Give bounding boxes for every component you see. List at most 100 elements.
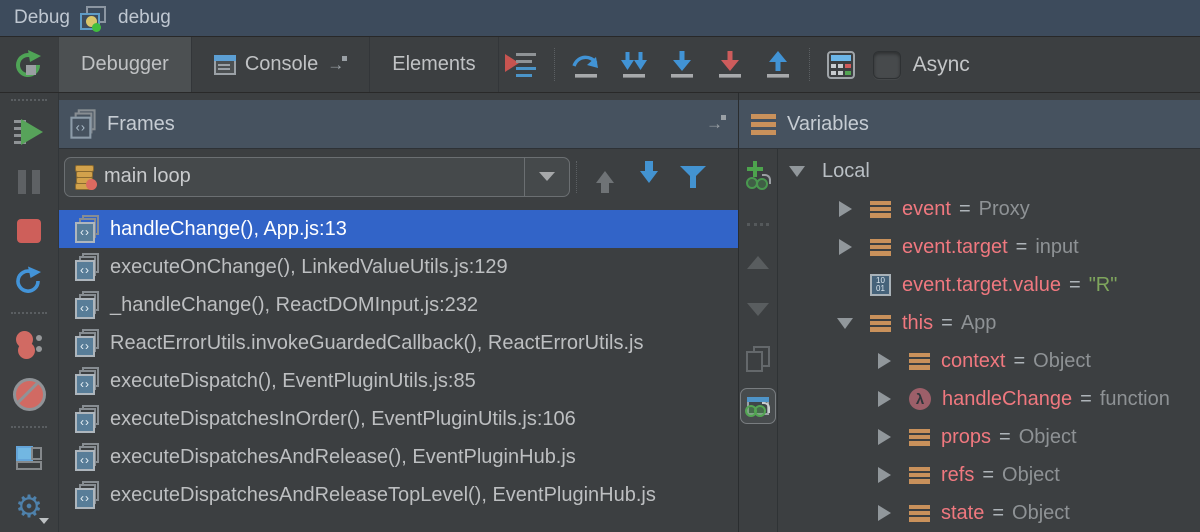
debug-tool-window: Debug debug Debugger Console → [0,0,1200,532]
chevron-right-icon[interactable] [875,505,893,521]
chevron-right-icon[interactable] [875,467,893,483]
stack-frame-icon: ‹› [75,443,100,471]
variables-panel: Variables [739,93,1200,532]
stack-frame-icon: ‹› [75,291,100,319]
frame-row[interactable]: ‹› ReactErrorUtils.invokeGuardedCallback… [59,324,738,362]
frames-icon: ‹› [70,109,96,138]
primitive-value-icon [870,274,891,296]
variable-row[interactable]: event.target = input [778,228,1200,266]
frame-row[interactable]: ‹› executeDispatchesAndReleaseTopLevel()… [59,476,738,514]
step-over-button[interactable] [562,37,610,92]
copy-icon [746,346,770,372]
frame-row[interactable]: ‹› executeDispatchesAndRelease(), EventP… [59,438,738,476]
function-icon [909,388,931,410]
async-checkbox[interactable] [873,51,901,79]
move-watch-down-button[interactable] [747,269,769,316]
frame-label: executeDispatchesAndRelease(), EventPlug… [110,446,576,469]
rerun-button[interactable] [0,37,58,92]
toolbar-separator [554,48,555,81]
resume-button[interactable] [9,112,49,152]
debug-configuration-icon [79,4,109,32]
frames-panel: ‹› Frames → main loop [59,93,739,532]
hide-panel-icon[interactable]: → [706,115,726,133]
variable-row[interactable]: event = Proxy [778,190,1200,228]
variable-row[interactable]: state = Object [778,494,1200,532]
variable-row[interactable]: props = Object [778,418,1200,456]
variable-value: "R" [1089,274,1118,297]
frame-label: _handleChange(), ReactDOMInput.js:232 [110,294,478,317]
move-watch-up-button[interactable] [747,226,769,269]
filter-frames-button[interactable] [676,160,710,194]
evaluate-expression-button[interactable] [817,37,865,92]
variable-row[interactable]: refs = Object [778,456,1200,494]
step-into-icon [667,51,697,79]
scope-name: Local [822,160,870,183]
next-frame-button[interactable] [632,160,666,194]
variable-value: Object [1012,502,1070,525]
thread-selector-dropdown-button[interactable] [525,172,569,181]
object-icon [870,201,891,218]
object-icon [909,467,930,484]
variable-row[interactable]: context = Object [778,342,1200,380]
async-checkbox-label: Async [913,53,970,77]
chevron-right-icon[interactable] [836,239,854,255]
watches-in-variables-icon [747,397,769,415]
copy-watch-button[interactable] [746,316,770,372]
debugger-toolbar: Debugger Console → Elements [0,37,1200,93]
frame-label: executeOnChange(), LinkedValueUtils.js:1… [110,256,508,279]
stack-frame-icon: ‹› [75,481,100,509]
variable-row[interactable]: Local [778,152,1200,190]
variables-panel-title: Variables [787,113,869,136]
stop-button[interactable] [9,212,49,252]
session-name-label: debug [118,7,171,29]
step-out-icon [763,51,793,79]
variable-row[interactable]: event.target.value = "R" [778,266,1200,304]
tool-window-tab-debug[interactable]: Debug [14,7,70,29]
step-into-button[interactable] [658,37,706,92]
force-step-into-icon [715,51,745,79]
restart-icon [14,266,44,296]
chevron-right-icon[interactable] [875,391,893,407]
variable-row[interactable]: handleChange = function [778,380,1200,418]
variable-name: handleChange [942,388,1072,411]
force-step-into-button[interactable] [706,37,754,92]
frame-label: executeDispatch(), EventPluginUtils.js:8… [110,370,476,393]
add-watch-button[interactable] [745,161,771,189]
chevron-right-icon[interactable] [875,429,893,445]
variable-value: Object [1019,426,1077,449]
mute-breakpoints-button[interactable] [9,375,49,415]
frames-list: ‹› handleChange(), App.js:13 ‹› executeO… [59,204,738,532]
variable-row[interactable]: this = App [778,304,1200,342]
settings-button[interactable]: ⚙ [9,488,49,528]
step-out-button[interactable] [754,37,802,92]
rerun-program-button[interactable] [9,261,49,301]
chevron-down-icon[interactable] [836,318,854,329]
chevron-right-icon[interactable] [875,353,893,369]
chevron-down-icon[interactable] [788,166,806,177]
frame-row[interactable]: ‹› _handleChange(), ReactDOMInput.js:232 [59,286,738,324]
stack-frame-icon: ‹› [75,405,100,433]
tab-debugger-label: Debugger [81,53,169,76]
frame-row[interactable]: ‹› executeOnChange(), LinkedValueUtils.j… [59,248,738,286]
variable-value: Proxy [979,198,1030,221]
restore-layout-button[interactable] [9,439,49,479]
frame-row[interactable]: ‹› executeDispatchesInOrder(), EventPlug… [59,400,738,438]
previous-frame-button[interactable] [588,160,622,194]
frame-row[interactable]: ‹› handleChange(), App.js:13 [59,210,738,248]
tab-elements[interactable]: Elements [369,37,498,92]
evaluate-expression-icon [826,51,856,79]
chevron-right-icon[interactable] [836,201,854,217]
frame-row[interactable]: ‹› executeDispatch(), EventPluginUtils.j… [59,362,738,400]
object-icon [870,239,891,256]
show-execution-point-button[interactable] [499,37,547,92]
smart-step-into-icon [619,51,649,79]
show-watches-toggle-button[interactable] [740,388,776,424]
variable-name: context [941,350,1005,373]
variable-value: Object [1002,464,1060,487]
tab-debugger[interactable]: Debugger [58,37,191,92]
pause-button[interactable] [9,162,49,202]
tab-console[interactable]: Console → [191,37,369,92]
smart-step-into-button[interactable] [610,37,658,92]
view-breakpoints-button[interactable] [9,325,49,365]
thread-selector[interactable]: main loop [64,157,570,197]
